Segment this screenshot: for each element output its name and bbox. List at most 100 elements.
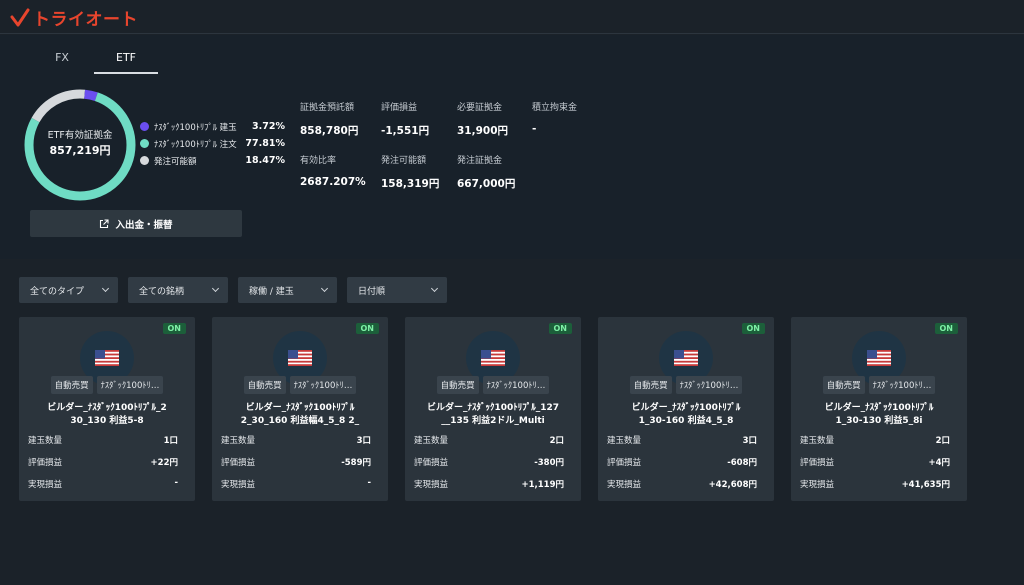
card-tags: 自動売買 ﾅｽﾀﾞｯｸ100ﾄﾘ…	[791, 376, 967, 394]
row-key: 評価損益	[221, 458, 256, 468]
strategy-card[interactable]: ON 自動売買 ﾅｽﾀﾞｯｸ100ﾄﾘ… ビルダー_ﾅｽﾀﾞｯｸ100ﾄﾘﾌﾟﾙ…	[405, 317, 581, 501]
external-link-icon	[100, 218, 110, 228]
chevron-down-icon	[430, 284, 439, 293]
product-tabs: FX ETF	[30, 51, 158, 74]
auto-trade-tag: 自動売買	[629, 376, 672, 394]
row-value: 3口	[742, 436, 757, 446]
symbol-tag: ﾅｽﾀﾞｯｸ100ﾄﾘ…	[482, 376, 550, 394]
type-filter-select[interactable]: 全てのタイプ	[19, 277, 118, 303]
stat-value: -	[532, 123, 537, 135]
row-key: 建玉数量	[28, 436, 63, 446]
account-summary: FX ETF ETF有効証拠金 857,219円 ﾅｽﾀﾞｯｸ100ﾄﾘﾌﾟﾙ …	[0, 35, 1024, 259]
realized-pl-row: 実現損益 +41,635円	[800, 478, 950, 490]
stat-value: 31,900円	[457, 125, 509, 137]
symbol-tag: ﾅｽﾀﾞｯｸ100ﾄﾘ…	[675, 376, 743, 394]
realized-pl-row: 実現損益 -	[28, 478, 178, 490]
title-line: ビルダー_ﾅｽﾀﾞｯｸ100ﾄﾘﾌﾟﾙ_127	[426, 403, 560, 413]
legend-item: ﾅｽﾀﾞｯｸ100ﾄﾘﾌﾟﾙ 建玉 3.72%	[140, 118, 285, 135]
position-qty-row: 建玉数量 3口	[221, 434, 371, 446]
strategy-title: ビルダー_ﾅｽﾀﾞｯｸ100ﾄﾘﾌﾟﾙ 2_30_160 利益幅4_5_8 2_	[218, 402, 382, 428]
status-badge: ON	[548, 323, 572, 334]
sort-label: 日付順	[358, 286, 386, 297]
legend-item: ﾅｽﾀﾞｯｸ100ﾄﾘﾌﾟﾙ 注文 77.81%	[140, 135, 285, 152]
auto-trade-tag: 自動売買	[243, 376, 286, 394]
row-value: 1口	[163, 436, 178, 446]
row-value: 2口	[549, 436, 564, 446]
status-badge: ON	[934, 323, 958, 334]
row-key: 建玉数量	[221, 436, 256, 446]
row-value: +42,608円	[708, 480, 757, 490]
row-value: -589円	[341, 458, 371, 468]
row-value: +41,635円	[901, 480, 950, 490]
row-value: -608円	[727, 458, 757, 468]
chevron-down-icon	[320, 284, 329, 293]
strategy-card[interactable]: ON 自動売買 ﾅｽﾀﾞｯｸ100ﾄﾘ… ビルダー_ﾅｽﾀﾞｯｸ100ﾄﾘﾌﾟﾙ…	[19, 317, 195, 501]
legend-pct: 77.81%	[245, 138, 285, 149]
symbol-filter-select[interactable]: 全ての銘柄	[128, 277, 228, 303]
tab-etf[interactable]: ETF	[94, 51, 158, 74]
legend-dot	[140, 139, 149, 148]
row-key: 建玉数量	[607, 436, 642, 446]
stat-required-margin: 必要証拠金 31,900円	[457, 100, 537, 138]
filter-bar: 全てのタイプ 全ての銘柄 稼働 / 建玉 日付順	[19, 277, 457, 303]
row-key: 実現損益	[607, 480, 642, 490]
realized-pl-row: 実現損益 +1,119円	[414, 478, 564, 490]
strategy-title: ビルダー_ﾅｽﾀﾞｯｸ100ﾄﾘﾌﾟﾙ_127 __135 利益2ドル_Mult…	[411, 402, 575, 428]
title-line: ビルダー_ﾅｽﾀﾞｯｸ100ﾄﾘﾌﾟﾙ	[824, 403, 934, 413]
row-key: 評価損益	[414, 458, 449, 468]
title-line: 1_30-130 利益5_8i	[835, 416, 923, 426]
symbol-tag: ﾅｽﾀﾞｯｸ100ﾄﾘ…	[96, 376, 164, 394]
stat-value: -1,551円	[381, 125, 430, 137]
type-filter-label: 全てのタイプ	[30, 286, 85, 297]
stat-deposit: 証拠金預託額 858,780円	[300, 100, 380, 138]
us-flag-icon	[674, 350, 698, 366]
row-value: +22円	[150, 458, 178, 468]
stat-value: 158,319円	[381, 178, 440, 190]
donut-legend: ﾅｽﾀﾞｯｸ100ﾄﾘﾌﾟﾙ 建玉 3.72% ﾅｽﾀﾞｯｸ100ﾄﾘﾌﾟﾙ 注…	[140, 118, 285, 169]
legend-pct: 18.47%	[245, 155, 285, 166]
status-filter-select[interactable]: 稼働 / 建玉	[238, 277, 337, 303]
position-qty-row: 建玉数量 3口	[607, 434, 757, 446]
app-logo[interactable]: トライオート	[10, 5, 138, 30]
symbol-tag: ﾅｽﾀﾞｯｸ100ﾄﾘ…	[289, 376, 357, 394]
chevron-down-icon	[101, 284, 110, 293]
strategy-title: ビルダー_ﾅｽﾀﾞｯｸ100ﾄﾘﾌﾟﾙ 1_30-130 利益5_8i	[797, 402, 961, 428]
strategy-card[interactable]: ON 自動売買 ﾅｽﾀﾞｯｸ100ﾄﾘ… ビルダー_ﾅｽﾀﾞｯｸ100ﾄﾘﾌﾟﾙ…	[212, 317, 388, 501]
valuation-pl-row: 評価損益 -380円	[414, 456, 564, 468]
row-key: 実現損益	[414, 480, 449, 490]
strategy-card[interactable]: ON 自動売買 ﾅｽﾀﾞｯｸ100ﾄﾘ… ビルダー_ﾅｽﾀﾞｯｸ100ﾄﾘﾌﾟﾙ…	[791, 317, 967, 501]
valuation-pl-row: 評価損益 -589円	[221, 456, 371, 468]
strategy-card[interactable]: ON 自動売買 ﾅｽﾀﾞｯｸ100ﾄﾘ… ビルダー_ﾅｽﾀﾞｯｸ100ﾄﾘﾌﾟﾙ…	[598, 317, 774, 501]
stat-order-margin: 発注証拠金 667,000円	[457, 153, 537, 191]
title-line: 2_30_160 利益幅4_5_8 2_	[240, 416, 360, 426]
status-badge: ON	[162, 323, 186, 334]
strategy-title: ビルダー_ﾅｽﾀﾞｯｸ100ﾄﾘﾌﾟﾙ 1_30-160 利益4_5_8	[604, 402, 768, 428]
chevron-down-icon	[211, 284, 220, 293]
card-tags: 自動売買 ﾅｽﾀﾞｯｸ100ﾄﾘ…	[212, 376, 388, 394]
status-filter-label: 稼働 / 建玉	[249, 286, 294, 297]
stat-value: 858,780円	[300, 125, 359, 137]
row-value: 2口	[935, 436, 950, 446]
stat-label: 有効比率	[300, 156, 337, 166]
auto-trade-tag: 自動売買	[436, 376, 479, 394]
tab-fx[interactable]: FX	[30, 51, 94, 74]
legend-pct: 3.72%	[252, 121, 285, 132]
deposit-transfer-button[interactable]: 入出金・振替	[30, 210, 242, 237]
row-key: 実現損益	[800, 480, 835, 490]
stat-label: 積立拘束金	[532, 103, 578, 113]
valuation-pl-row: 評価損益 +4円	[800, 456, 950, 468]
title-line: __135 利益2ドル_Multi	[441, 416, 545, 426]
strategy-title: ビルダー_ﾅｽﾀﾞｯｸ100ﾄﾘﾌﾟﾙ_2 30_130 利益5-8	[25, 402, 189, 428]
logo-check-icon	[10, 8, 30, 26]
position-qty-row: 建玉数量 2口	[414, 434, 564, 446]
stat-label: 発注可能額	[381, 156, 427, 166]
stat-order-available: 発注可能額 158,319円	[381, 153, 461, 191]
sort-select[interactable]: 日付順	[347, 277, 447, 303]
row-key: 建玉数量	[414, 436, 449, 446]
row-value: 3口	[356, 436, 371, 446]
realized-pl-row: 実現損益 -	[221, 478, 371, 490]
stat-reserve-lock: 積立拘束金 -	[532, 100, 612, 135]
stat-label: 必要証拠金	[457, 103, 503, 113]
legend-name: ﾅｽﾀﾞｯｸ100ﾄﾘﾌﾟﾙ 建玉	[154, 122, 237, 133]
position-qty-row: 建玉数量 2口	[800, 434, 950, 446]
